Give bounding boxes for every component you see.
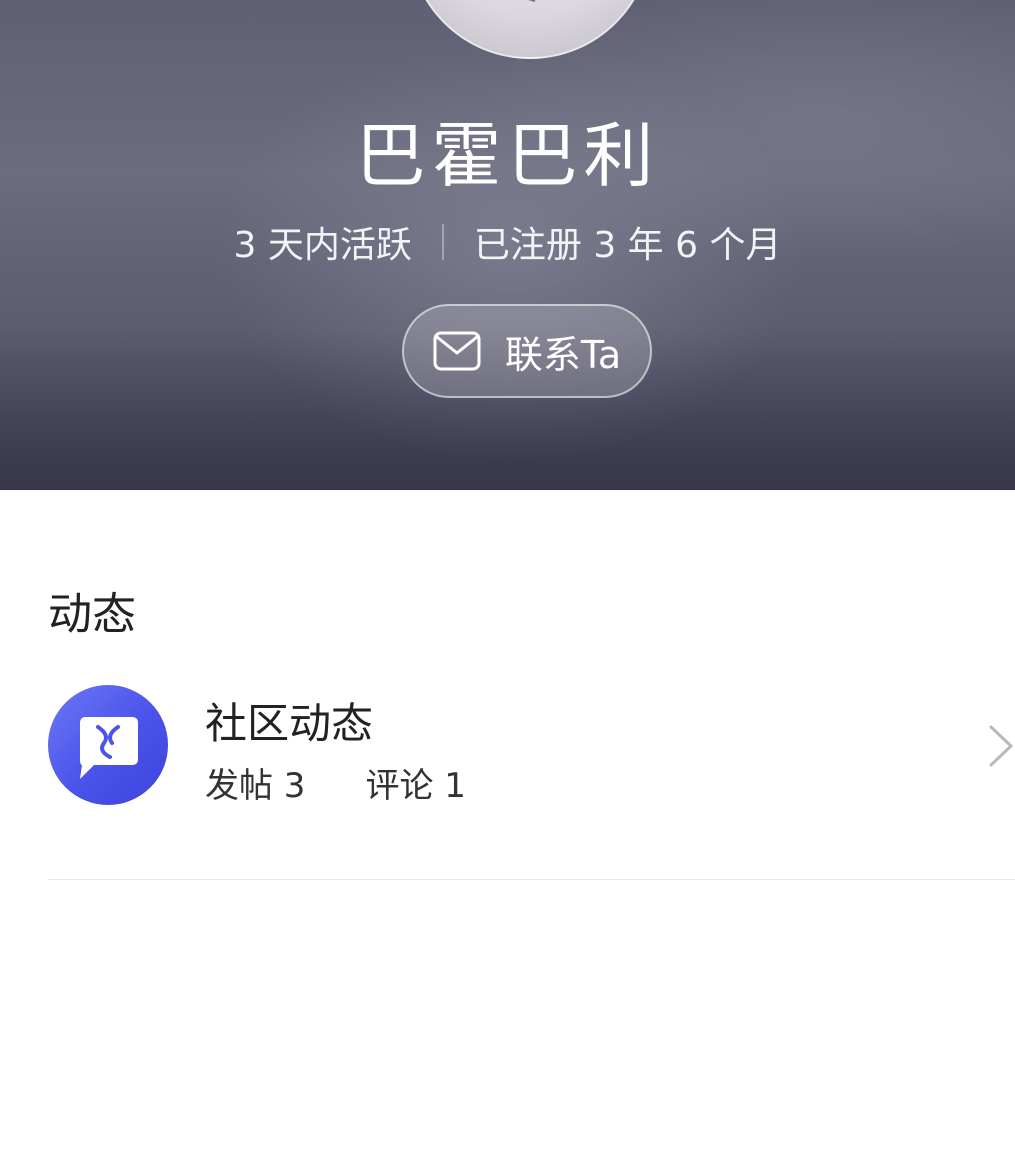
community-activity-counts: 发帖 3 评论 1 (205, 758, 466, 807)
profile-stats: 3 天内活跃 已注册 3 年 6 个月 (0, 216, 1015, 268)
chevron-right-icon (988, 724, 1014, 772)
section-title-activity: 动态 (48, 589, 136, 640)
contact-button[interactable]: 联系Ta (402, 304, 652, 398)
chat-bubble-icon (48, 685, 168, 805)
avatar[interactable] (408, 0, 652, 59)
profile-name: 巴霍巴利 (355, 115, 660, 197)
mail-icon (433, 331, 481, 371)
community-activity-title: 社区动态 (205, 699, 374, 748)
registration-duration: 已注册 3 年 6 个月 (473, 225, 782, 266)
avatar-image-detail (448, 0, 536, 35)
active-status: 3 天内活跃 (233, 225, 412, 266)
post-count: 发帖 3 (205, 766, 306, 806)
community-activity-row[interactable]: 社区动态 发帖 3 评论 1 (0, 660, 1015, 832)
stats-divider (441, 224, 444, 260)
contact-button-label: 联系Ta (504, 332, 622, 377)
row-divider (48, 879, 1015, 880)
profile-header: 巴霍巴利 3 天内活跃 已注册 3 年 6 个月 联系Ta (0, 0, 1015, 490)
comment-count: 评论 1 (365, 766, 466, 806)
